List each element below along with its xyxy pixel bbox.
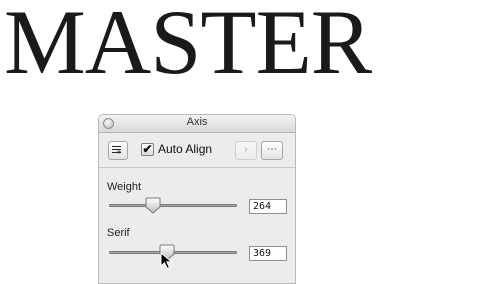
panel-title: Axis <box>186 116 208 128</box>
weight-value-field[interactable]: 264 <box>249 199 287 214</box>
weight-slider-thumb[interactable] <box>145 197 161 214</box>
more-options-button[interactable]: ⋯ <box>261 141 283 160</box>
ellipsis-icon: ⋯ <box>267 144 277 155</box>
weight-slider-track[interactable] <box>109 204 237 207</box>
chevron-right-icon: › <box>244 144 248 155</box>
serif-label: Serif <box>107 227 130 239</box>
mouse-pointer-icon <box>160 251 176 270</box>
headline-text: MASTER <box>4 0 372 93</box>
arrow-button[interactable]: › <box>235 141 257 160</box>
add-axis-button[interactable]: + <box>108 141 128 160</box>
lines-plus-icon: + <box>112 146 124 157</box>
auto-align-checkbox[interactable]: ✔ <box>141 143 154 156</box>
panel-toolbar: + ✔ Auto Align › ⋯ <box>99 133 295 168</box>
serif-value-field[interactable]: 369 <box>249 246 287 261</box>
panel-titlebar[interactable]: Axis <box>99 115 295 133</box>
auto-align-label[interactable]: Auto Align <box>158 141 212 157</box>
axis-panel: Axis + ✔ Auto Align › ⋯ Weight 264 Serif… <box>98 114 296 284</box>
weight-label: Weight <box>107 181 142 193</box>
